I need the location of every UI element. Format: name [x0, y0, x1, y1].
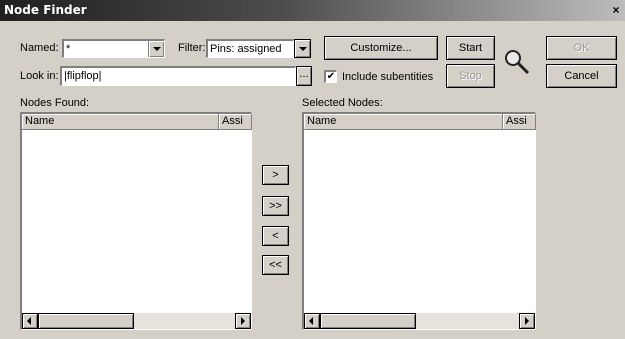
remove-button[interactable]: < [262, 226, 289, 246]
nodes-found-column-assignment[interactable]: Assi [219, 114, 252, 130]
named-value: * [66, 43, 71, 55]
include-subentities-label: Include subentities [342, 71, 434, 83]
scroll-thumb[interactable] [320, 313, 416, 329]
scroll-thumb[interactable] [38, 313, 134, 329]
scroll-left-icon[interactable] [304, 313, 320, 329]
remove-all-button[interactable]: << [262, 255, 289, 275]
scroll-right-icon[interactable] [519, 313, 535, 329]
look-in-field[interactable]: |flipflop| [60, 66, 296, 86]
filter-label: Filter: [178, 42, 206, 54]
selected-nodes-list[interactable]: Name Assi [302, 112, 536, 330]
include-subentities-checkbox[interactable]: ✔ [324, 70, 337, 83]
named-combobox[interactable]: * [62, 39, 165, 58]
look-in-label: Look in: [20, 70, 59, 82]
cancel-button[interactable]: Cancel [546, 64, 617, 88]
nodes-found-label: Nodes Found: [20, 97, 90, 109]
filter-dropdown-arrow-icon[interactable] [294, 39, 311, 58]
add-button[interactable]: > [262, 165, 289, 185]
selected-nodes-column-assignment[interactable]: Assi [503, 114, 536, 130]
stop-button[interactable]: Stop [446, 64, 495, 88]
magnifier-icon [505, 50, 530, 75]
named-label: Named: [20, 42, 59, 54]
window-title: Node Finder [4, 3, 87, 17]
ok-button[interactable]: OK [546, 36, 617, 60]
close-icon[interactable]: × [609, 3, 623, 17]
title-bar: Node Finder × [0, 0, 625, 21]
browse-button[interactable]: ... [296, 66, 312, 86]
look-in-value: |flipflop| [64, 70, 102, 82]
selected-nodes-label: Selected Nodes: [302, 97, 383, 109]
selected-nodes-hscrollbar[interactable] [304, 313, 535, 329]
filter-value: Pins: assigned [210, 43, 282, 55]
start-button[interactable]: Start [446, 36, 495, 60]
customize-button[interactable]: Customize... [324, 36, 438, 60]
scroll-right-icon[interactable] [235, 313, 251, 329]
filter-combobox[interactable]: Pins: assigned [206, 39, 294, 58]
nodes-found-list[interactable]: Name Assi [20, 112, 252, 330]
nodes-found-hscrollbar[interactable] [22, 313, 251, 329]
nodes-found-column-name[interactable]: Name [22, 114, 219, 130]
selected-nodes-column-name[interactable]: Name [304, 114, 503, 130]
named-dropdown-arrow-icon[interactable] [148, 41, 164, 57]
scroll-left-icon[interactable] [22, 313, 38, 329]
add-all-button[interactable]: >> [262, 196, 289, 216]
